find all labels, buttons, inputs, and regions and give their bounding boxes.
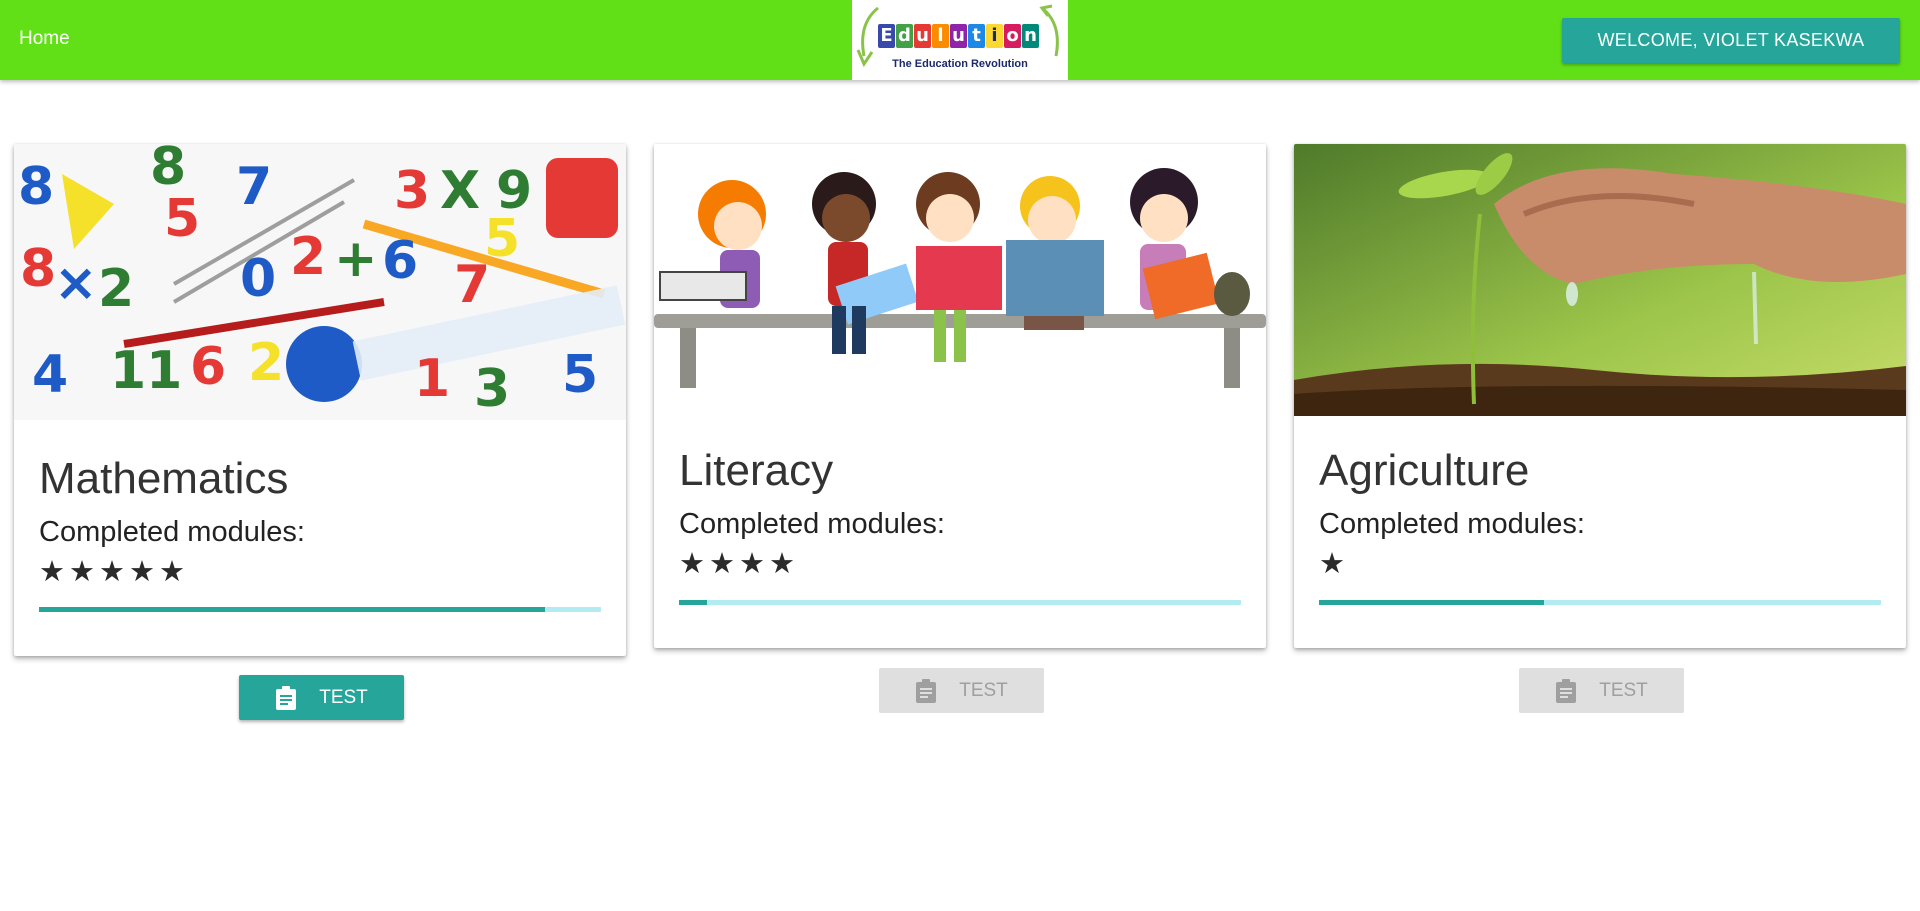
subject-card-mathematics[interactable]: 8 8 5 7 3 X 9 5 8 × 2 2 + 6 0 7 4 11 6 2 <box>14 144 626 656</box>
svg-text:2: 2 <box>248 333 284 393</box>
module-progress-fill <box>679 600 708 605</box>
svg-text:5: 5 <box>562 345 598 405</box>
svg-text:8: 8 <box>20 239 56 299</box>
completed-stars: ★★★★ <box>679 546 799 580</box>
clipboard-icon <box>1556 678 1577 703</box>
svg-text:5: 5 <box>164 189 200 249</box>
completed-modules-label: Completed modules: <box>679 508 945 540</box>
svg-text:×: × <box>54 253 98 313</box>
edulution-logo[interactable]: E d u l u t i o n The Education Revoluti… <box>852 0 1068 80</box>
math-numbers-image: 8 8 5 7 3 X 9 5 8 × 2 2 + 6 0 7 4 11 6 2 <box>14 144 626 420</box>
test-button-label: TEST <box>319 686 368 708</box>
module-progress-fill <box>1319 600 1544 605</box>
clipboard-icon <box>276 685 297 710</box>
card-title: Mathematics <box>39 454 289 503</box>
svg-text:6: 6 <box>190 337 226 397</box>
svg-text:3: 3 <box>474 359 510 419</box>
svg-text:4: 4 <box>32 345 68 405</box>
completed-modules-label: Completed modules: <box>1319 508 1585 540</box>
test-button-agriculture[interactable]: TEST <box>1519 668 1684 713</box>
logo-wordmark: E d u l u t i o n <box>878 24 1040 48</box>
completed-stars: ★★★★★ <box>39 554 189 588</box>
test-button-label: TEST <box>1599 679 1648 701</box>
welcome-user-button[interactable]: WELCOME, VIOLET KASEKWA <box>1562 18 1900 63</box>
svg-text:6: 6 <box>382 231 418 291</box>
svg-text:7: 7 <box>454 255 490 315</box>
module-progress-bar <box>1319 600 1881 605</box>
module-progress-bar <box>39 607 601 612</box>
svg-text:1: 1 <box>414 349 450 409</box>
top-app-bar: Home E d u l u t i o n The Education Rev… <box>0 0 1920 80</box>
subject-card-agriculture[interactable]: Agriculture Completed modules: ★ <box>1294 144 1906 648</box>
completed-stars: ★ <box>1319 546 1349 580</box>
svg-text:2: 2 <box>98 259 134 319</box>
completed-modules-label: Completed modules: <box>39 516 305 548</box>
recycle-arrow-right-icon <box>1039 4 1059 57</box>
svg-text:7: 7 <box>236 157 272 217</box>
svg-text:8: 8 <box>18 157 54 217</box>
module-progress-fill <box>39 607 545 612</box>
module-progress-bar <box>679 600 1241 605</box>
svg-text:3: 3 <box>394 161 430 221</box>
test-button-mathematics[interactable]: TEST <box>239 675 404 720</box>
svg-text:2: 2 <box>290 227 326 287</box>
clipboard-icon <box>916 678 937 703</box>
children-reading-image <box>654 144 1266 414</box>
card-title: Literacy <box>679 446 834 495</box>
home-link[interactable]: Home <box>19 28 70 50</box>
svg-text:0: 0 <box>240 249 276 309</box>
test-button-literacy[interactable]: TEST <box>879 668 1044 713</box>
subject-card-literacy[interactable]: Literacy Completed modules: ★★★★ <box>654 144 1266 648</box>
test-button-label: TEST <box>959 679 1008 701</box>
card-title: Agriculture <box>1319 446 1530 495</box>
svg-text:+: + <box>334 229 378 289</box>
svg-text:11: 11 <box>110 341 182 401</box>
svg-text:X: X <box>440 161 480 221</box>
seedling-water-image <box>1294 144 1906 416</box>
